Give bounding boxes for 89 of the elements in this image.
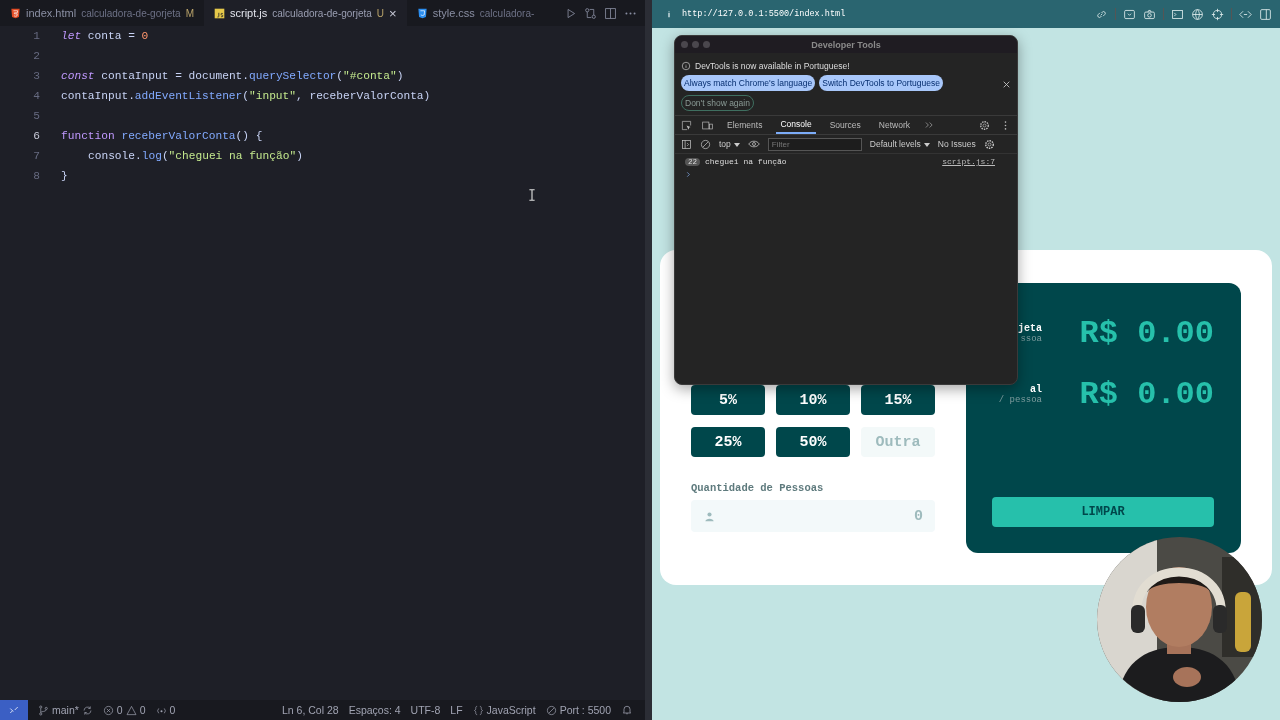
- clear-console-icon[interactable]: [700, 138, 711, 150]
- info-icon: [681, 61, 691, 71]
- language-button[interactable]: Always match Chrome's language: [681, 75, 816, 91]
- sidebar-icon[interactable]: [681, 138, 692, 150]
- tip-button[interactable]: 50%: [776, 427, 850, 457]
- cursor-position[interactable]: Ln 6, Col 28: [282, 704, 339, 716]
- line-number: 4: [32, 90, 41, 102]
- editor-tab[interactable]: style.css calculadora-: [406, 0, 545, 26]
- camera-icon[interactable]: [1143, 7, 1156, 21]
- result-amount: R$ 0.00: [1079, 314, 1214, 352]
- split-editor-icon[interactable]: [604, 6, 617, 20]
- download-icon[interactable]: [1123, 7, 1136, 21]
- editor-tab[interactable]: script.js calculadora-de-gorjeta U ×: [204, 0, 407, 26]
- context-selector[interactable]: top: [719, 139, 740, 149]
- line-ending[interactable]: LF: [450, 704, 463, 716]
- tip-button[interactable]: 5%: [691, 385, 765, 415]
- code-line: let conta = 0: [61, 30, 149, 42]
- line-number: 8: [32, 170, 41, 182]
- devtools-tab[interactable]: Network: [874, 116, 914, 134]
- notice-text: DevTools is now available in Portuguese!: [695, 61, 850, 71]
- result-sublabel: ssoa: [1020, 333, 1042, 344]
- prompt-icon[interactable]: [685, 171, 692, 178]
- reset-button[interactable]: LIMPAR: [992, 497, 1214, 527]
- line-number: 7: [32, 150, 41, 162]
- ports-count[interactable]: 0: [169, 704, 176, 716]
- caret-icon: [923, 142, 930, 147]
- result-sublabel: / pessoa: [998, 394, 1042, 405]
- line-number: 1: [32, 30, 41, 42]
- error-icon: [102, 704, 114, 716]
- settings-icon[interactable]: [983, 138, 995, 150]
- css-file-icon: [416, 7, 428, 19]
- window-title: Developer Tools: [811, 39, 881, 50]
- language-mode[interactable]: JavaScript: [486, 704, 536, 716]
- js-file-icon: [214, 7, 225, 19]
- eye-icon[interactable]: [747, 138, 760, 150]
- run-icon[interactable]: [564, 6, 577, 20]
- encoding[interactable]: UTF-8: [410, 704, 441, 716]
- code-line: console.log("cheguei na função"): [88, 150, 303, 162]
- indentation[interactable]: Espaços: 4: [348, 704, 401, 716]
- live-server-port[interactable]: Port : 5500: [559, 704, 611, 716]
- more-tabs-icon[interactable]: [924, 120, 934, 130]
- blocked-icon: [545, 704, 557, 716]
- field-label: Quantidade de Pessoas: [691, 482, 825, 494]
- branch-name[interactable]: main*: [52, 704, 79, 716]
- tip-button[interactable]: 15%: [861, 385, 935, 415]
- warning-count[interactable]: 0: [139, 704, 146, 716]
- close-icon[interactable]: [1002, 80, 1011, 89]
- tip-button[interactable]: 25%: [691, 427, 765, 457]
- levels-dropdown[interactable]: Default levels: [869, 139, 930, 149]
- editor-tab[interactable]: index.html calculadora-de-gorjeta M: [0, 0, 204, 26]
- line-number: 3: [32, 70, 41, 82]
- result-label: al: [1030, 383, 1042, 395]
- language-button[interactable]: Switch DevTools to Portuguese: [819, 75, 943, 91]
- code-line: function receberValorConta() {: [61, 130, 263, 142]
- tip-button[interactable]: 10%: [776, 385, 850, 415]
- warning-icon: [125, 704, 137, 716]
- braces-icon: [472, 704, 484, 716]
- filter-field[interactable]: Filter: [767, 137, 862, 151]
- branch-icon[interactable]: [38, 704, 49, 716]
- devtools-tab[interactable]: Sources: [825, 116, 865, 134]
- close-button[interactable]: ×: [389, 5, 397, 21]
- code-line: const contaInput = document.querySelector("#conta"): [61, 70, 404, 82]
- bell-icon[interactable]: [621, 704, 633, 716]
- sync-icon[interactable]: [81, 704, 93, 716]
- html-file-icon: [10, 7, 21, 19]
- error-count[interactable]: 0: [116, 704, 123, 716]
- result-label: jeta: [1018, 322, 1042, 334]
- issues-button[interactable]: No Issues: [937, 139, 976, 149]
- devtools-tab[interactable]: Console: [776, 116, 816, 134]
- code-line: }: [61, 170, 68, 182]
- code-line: contaInput.addEventListener("input", receberValorConta): [61, 90, 431, 102]
- inspect-icon[interactable]: [681, 119, 692, 131]
- compare-icon[interactable]: [584, 6, 597, 20]
- device-toolbar-icon[interactable]: [702, 119, 713, 131]
- settings-icon[interactable]: [979, 119, 990, 131]
- terminal-icon[interactable]: [1171, 7, 1184, 21]
- source-link[interactable]: script.js:7: [942, 157, 995, 166]
- remote-icon: [8, 704, 20, 716]
- log-message: cheguei na função: [705, 157, 787, 166]
- person-icon: [704, 510, 715, 522]
- url-text[interactable]: http://127.0.0.1:5500/index.html: [682, 9, 846, 19]
- crosshair-icon[interactable]: [1211, 7, 1224, 21]
- line-number: 2: [32, 50, 41, 62]
- globe-icon[interactable]: [1191, 7, 1204, 21]
- caret-icon: [733, 142, 740, 147]
- line-number: 6: [32, 130, 41, 142]
- result-amount: R$ 0.00: [1079, 375, 1214, 413]
- line-number: 5: [32, 110, 41, 122]
- devtools-tab[interactable]: Elements: [723, 116, 767, 134]
